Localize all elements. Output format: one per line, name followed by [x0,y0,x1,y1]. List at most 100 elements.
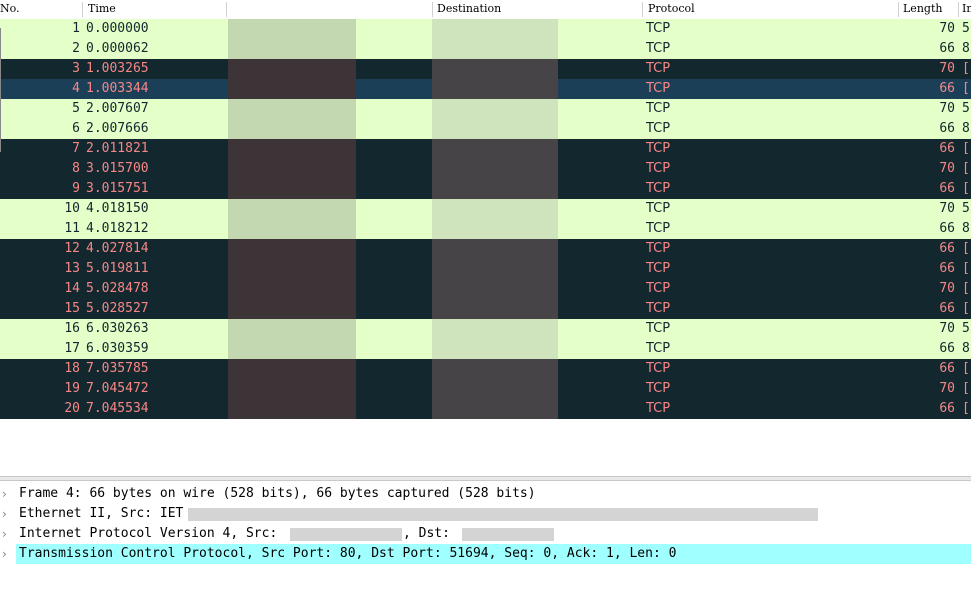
packet-row[interactable]: 12 4.027814 TCP 66 [ [0,239,971,259]
packet-length: 70 [939,321,955,336]
packet-info: [ [962,141,970,156]
packet-time: 7.045534 [86,401,149,416]
column-separator[interactable] [898,2,899,17]
detail-row-text: , Dst: [403,526,450,541]
packet-no: 13 [64,261,80,276]
packet-time: 4.018212 [86,221,149,236]
chevron-right-icon[interactable]: › [2,524,14,544]
packet-length: 70 [939,61,955,76]
packet-no: 11 [64,221,80,236]
packet-info: [ [962,401,970,416]
column-separator[interactable] [958,2,959,17]
column-header-time[interactable]: Time [88,0,226,19]
redacted-source [228,39,356,59]
packet-row[interactable]: 13 5.019811 TCP 66 [ [0,259,971,279]
chevron-right-icon[interactable]: › [2,484,14,504]
packet-length: 70 [939,101,955,116]
packet-row[interactable]: 8 3.015700 TCP 70 [ [0,159,971,179]
packet-row[interactable]: 5 2.007607 TCP 70 5 [0,99,971,119]
packet-row[interactable]: 6 2.007666 TCP 66 8 [0,119,971,139]
column-separator[interactable] [642,2,643,17]
packet-length: 66 [939,361,955,376]
packet-info: 8 [962,41,970,56]
redacted-destination [432,319,558,339]
packet-details-pane[interactable]: › Frame 4: 66 bytes on wire (528 bits), … [0,484,971,564]
packet-row[interactable]: 9 3.015751 TCP 66 [ [0,179,971,199]
packet-no: 2 [72,41,80,56]
redacted-source [228,399,356,419]
redacted-source [228,279,356,299]
packet-info: [ [962,81,970,96]
packet-info: 8 [962,121,970,136]
packet-no: 3 [72,61,80,76]
packet-row[interactable]: 16 6.030263 TCP 70 5 [0,319,971,339]
packet-length: 66 [939,121,955,136]
redacted-source [228,159,356,179]
packet-length: 70 [939,21,955,36]
column-separator[interactable] [432,2,433,17]
redacted-destination [432,59,558,79]
pane-splitter[interactable] [0,476,971,481]
redacted-destination [432,259,558,279]
packet-row[interactable]: 10 4.018150 TCP 70 5 [0,199,971,219]
detail-row-ethernet[interactable]: › Ethernet II, Src: IET [0,504,971,524]
packet-protocol: TCP [646,141,671,156]
packet-row[interactable]: 11 4.018212 TCP 66 8 [0,219,971,239]
detail-row-ipv4[interactable]: › Internet Protocol Version 4, Src: , Ds… [0,524,971,544]
packet-protocol: TCP [646,201,671,216]
packet-row[interactable]: 15 5.028527 TCP 66 [ [0,299,971,319]
redacted-source [228,179,356,199]
packet-no: 18 [64,361,80,376]
packet-info: [ [962,161,970,176]
packet-time: 5.028527 [86,301,149,316]
packet-protocol: TCP [646,361,671,376]
packet-row[interactable]: 7 2.011821 TCP 66 [ [0,139,971,159]
packet-row[interactable]: 3 1.003265 TCP 70 [ [0,59,971,79]
packet-info: 5 [962,201,970,216]
packet-length: 70 [939,201,955,216]
packet-length: 66 [939,81,955,96]
packet-list[interactable]: 1 0.000000 TCP 70 5 2 0.000062 TCP 66 8 3 1.003265 T… [0,19,971,419]
column-header-no[interactable]: No. [0,0,80,19]
detail-row-frame[interactable]: › Frame 4: 66 bytes on wire (528 bits), … [0,484,971,504]
packet-row[interactable]: 18 7.035785 TCP 66 [ [0,359,971,379]
packet-row[interactable]: 1 0.000000 TCP 70 5 [0,19,971,39]
packet-row[interactable]: 19 7.045472 TCP 70 [ [0,379,971,399]
column-header-protocol[interactable]: Protocol [648,0,898,19]
packet-no: 20 [64,401,80,416]
packet-row[interactable]: 17 6.030359 TCP 66 8 [0,339,971,359]
packet-length: 66 [939,301,955,316]
packet-time: 2.007607 [86,101,149,116]
redacted-destination [432,359,558,379]
packet-protocol: TCP [646,341,671,356]
redacted-source [228,359,356,379]
column-header-destination[interactable]: Destination [437,0,642,19]
packet-time: 4.018150 [86,201,149,216]
redacted-source [228,379,356,399]
column-header-info[interactable]: Info [962,0,971,19]
column-separator[interactable] [226,2,227,17]
packet-row[interactable]: 14 5.028478 TCP 70 [ [0,279,971,299]
packet-protocol: TCP [646,21,671,36]
packet-no: 15 [64,301,80,316]
packet-row[interactable]: 2 0.000062 TCP 66 8 [0,39,971,59]
packet-info: 5 [962,101,970,116]
packet-protocol: TCP [646,241,671,256]
chevron-right-icon[interactable]: › [2,544,14,564]
packet-time: 4.027814 [86,241,149,256]
packet-info: [ [962,301,970,316]
column-separator[interactable] [82,2,83,17]
packet-protocol: TCP [646,81,671,96]
packet-row[interactable]: 20 7.045534 TCP 66 [ [0,399,971,419]
packet-protocol: TCP [646,221,671,236]
detail-row-tcp[interactable]: › Transmission Control Protocol, Src Por… [0,544,971,564]
chevron-right-icon[interactable]: › [2,504,14,524]
redacted-address [188,508,818,521]
packet-protocol: TCP [646,61,671,76]
packet-no: 8 [72,161,80,176]
redacted-destination [432,39,558,59]
column-header-length[interactable]: Length [903,0,955,19]
packet-row[interactable]: 4 1.003344 TCP 66 [ [0,79,971,99]
redacted-source [228,199,356,219]
packet-protocol: TCP [646,301,671,316]
